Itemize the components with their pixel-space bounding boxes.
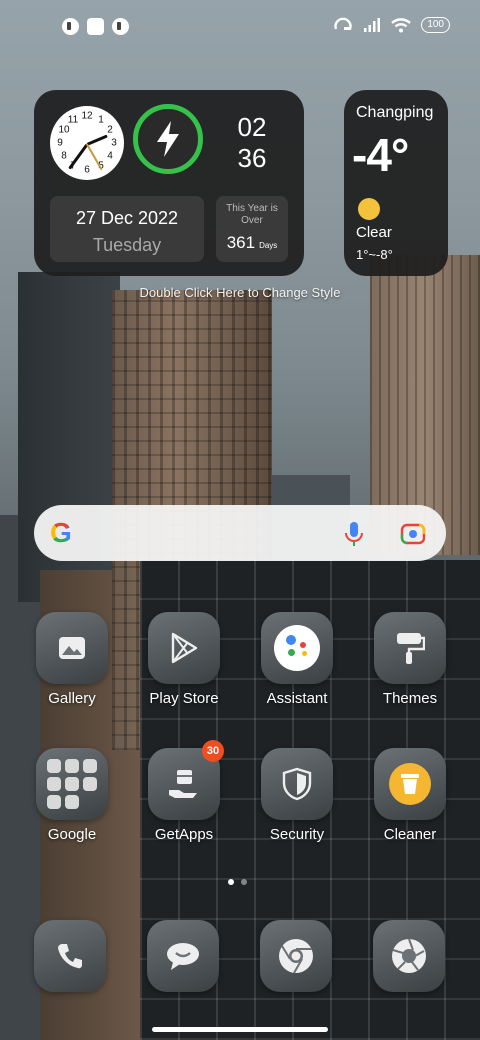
page-dot-active xyxy=(228,879,234,885)
box-hand-glyph xyxy=(169,770,197,798)
notification-icon xyxy=(112,18,129,35)
clock-number: 3 xyxy=(111,137,117,149)
notification-icon xyxy=(62,18,79,35)
page-indicator xyxy=(228,879,247,885)
app-assistant[interactable]: Assistant xyxy=(247,612,347,707)
camera-icon xyxy=(392,938,426,973)
clock-number: 12 xyxy=(81,110,93,122)
app-cleaner[interactable]: Cleaner xyxy=(360,748,460,843)
charge-ring xyxy=(133,104,203,174)
app-label: Google xyxy=(47,826,97,843)
cleaner-glyph xyxy=(389,763,431,805)
date-text: 27 Dec 2022 xyxy=(75,208,179,228)
year-over-unit: Days xyxy=(259,241,278,250)
app-themes[interactable]: Themes xyxy=(360,612,460,707)
clock-number: 4 xyxy=(107,150,113,162)
app-label: Themes xyxy=(382,690,438,707)
themes-icon xyxy=(374,612,446,684)
getapps-icon: 30 xyxy=(148,740,224,820)
status-bar: 100 xyxy=(0,0,480,56)
year-over-value: 361 Days xyxy=(216,233,288,253)
year-progress-box: This Year is Over 361 Days xyxy=(216,196,288,262)
hour-hand xyxy=(86,134,108,146)
notification-icon xyxy=(87,18,104,35)
google-search-bar[interactable]: G xyxy=(34,505,446,561)
assistant-icon xyxy=(261,612,333,684)
play-glyph xyxy=(171,632,198,664)
app-label: GetApps xyxy=(154,826,214,843)
app-play-store[interactable]: Play Store xyxy=(134,612,234,707)
gallery-glyph xyxy=(59,637,85,659)
app-getapps[interactable]: 30 GetApps xyxy=(134,740,234,843)
page-dot xyxy=(241,879,247,885)
system-icons: 100 xyxy=(333,17,450,33)
weather-city: Changping xyxy=(356,104,434,121)
clock-number: 6 xyxy=(84,164,90,176)
dock-phone[interactable] xyxy=(34,920,106,992)
dock-camera[interactable] xyxy=(373,920,445,992)
widget-style-hint[interactable]: Double Click Here to Change Style xyxy=(0,285,480,300)
clock-number: 9 xyxy=(57,137,63,149)
weekday-text: Tuesday xyxy=(92,235,162,255)
play-store-icon xyxy=(148,612,220,684)
notification-badge: 30 xyxy=(202,740,224,762)
app-label: Assistant xyxy=(266,690,328,707)
clock-number: 11 xyxy=(67,114,79,126)
app-security[interactable]: Security xyxy=(247,748,347,843)
app-google-folder[interactable]: Google xyxy=(22,748,122,843)
hotspot-icon xyxy=(334,17,352,30)
sun-icon xyxy=(358,198,380,220)
digital-clock: 02 36 xyxy=(232,112,272,174)
clock-number: 1 xyxy=(98,114,104,126)
app-label: Play Store xyxy=(149,690,219,707)
home-gesture-bar[interactable] xyxy=(152,1027,328,1032)
weather-temperature: -4° xyxy=(352,129,409,181)
roller-glyph xyxy=(397,633,425,664)
app-gallery[interactable]: Gallery xyxy=(22,612,122,707)
dock-messages[interactable] xyxy=(147,920,219,992)
wifi-icon xyxy=(391,18,412,33)
messages-icon xyxy=(167,943,199,970)
google-folder-icon xyxy=(36,748,108,820)
lightning-bolt-icon xyxy=(157,121,179,157)
lens-icon[interactable] xyxy=(400,522,426,546)
clock-minute: 36 xyxy=(237,143,267,173)
analog-clock: 12 1 2 3 4 5 6 7 8 9 10 11 xyxy=(50,106,124,180)
clock-number: 10 xyxy=(58,124,70,136)
clock-number: 8 xyxy=(61,150,67,162)
notification-icons xyxy=(62,18,129,35)
date-box: 27 Dec 2022 Tuesday xyxy=(50,196,204,262)
year-over-days: 361 xyxy=(226,233,256,252)
shield-glyph xyxy=(282,767,312,801)
cleaner-icon xyxy=(374,748,446,820)
assistant-glyph xyxy=(274,625,320,671)
signal-icon xyxy=(364,18,381,32)
google-logo: G xyxy=(50,517,72,548)
clock-number: 2 xyxy=(107,124,113,136)
battery-indicator: 100 xyxy=(421,17,450,33)
year-over-label: This Year is Over xyxy=(226,203,278,226)
mic-icon[interactable] xyxy=(344,521,364,547)
clock-hour: 02 xyxy=(237,112,267,142)
app-label: Security xyxy=(269,826,325,843)
dock-chrome[interactable] xyxy=(260,920,332,992)
folder-mini-icons xyxy=(47,759,97,809)
phone-icon xyxy=(58,944,82,969)
chrome-icon xyxy=(279,939,313,974)
clock-widget[interactable]: 12 1 2 3 4 5 6 7 8 9 10 11 02 36 27 Dec … xyxy=(34,90,304,276)
app-label: Gallery xyxy=(48,690,96,707)
weather-widget[interactable]: Changping -4° Clear 1°~-8° xyxy=(344,90,448,276)
weather-range: 1°~-8° xyxy=(356,247,393,262)
security-icon xyxy=(261,748,333,820)
app-label: Cleaner xyxy=(383,826,437,843)
weather-condition: Clear xyxy=(356,224,392,241)
gallery-icon xyxy=(36,612,108,684)
